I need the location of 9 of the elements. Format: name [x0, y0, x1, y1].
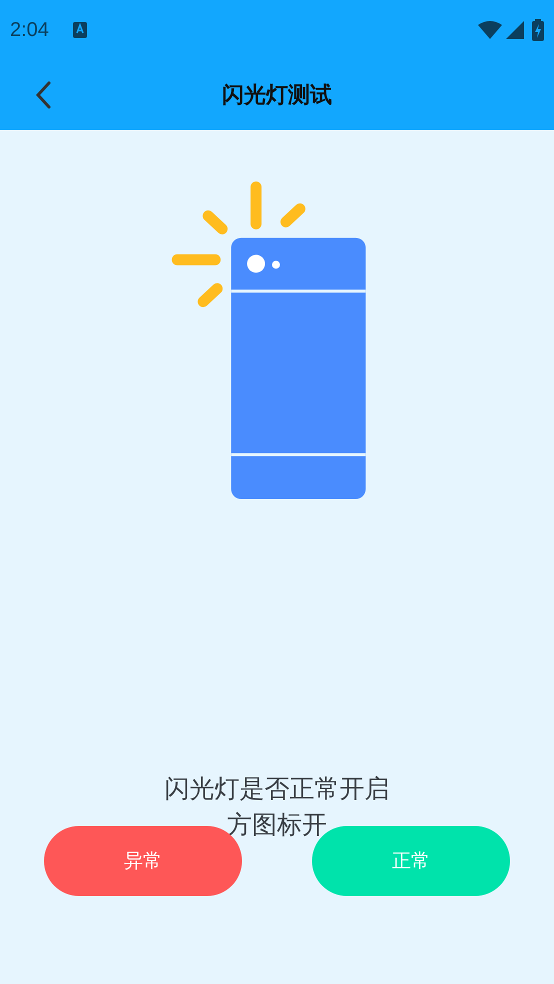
- question-text: 闪光灯是否正常开启: [164, 773, 390, 805]
- phone-flashlight-drawing[interactable]: [171, 180, 367, 500]
- status-time: 2:04: [10, 18, 49, 43]
- back-button[interactable]: [34, 80, 52, 110]
- keyboard-icon: [72, 22, 87, 38]
- wifi-icon: [478, 21, 502, 39]
- page-title: 闪光灯测试: [222, 82, 332, 110]
- battery-icon: [532, 19, 544, 41]
- signal-icon: [506, 21, 524, 39]
